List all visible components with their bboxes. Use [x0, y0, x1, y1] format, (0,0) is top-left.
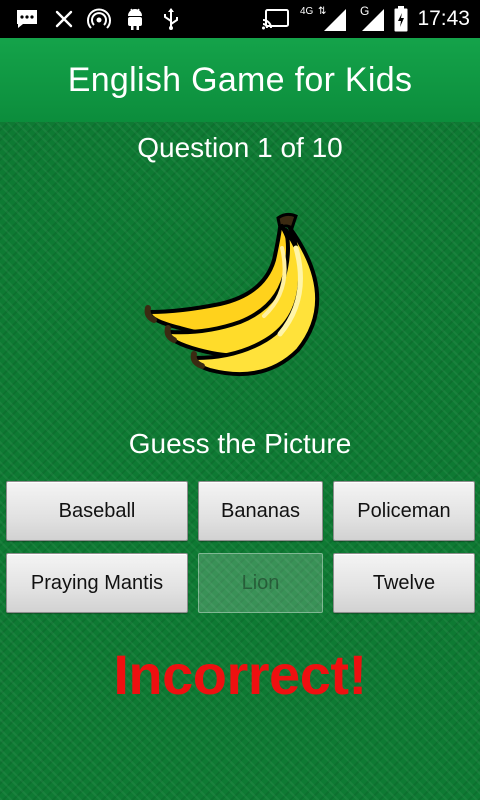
battery-icon — [392, 6, 410, 32]
android-debug-icon — [124, 6, 146, 32]
close-icon — [52, 6, 76, 32]
app-title: English Game for Kids — [67, 60, 413, 99]
result-message: Incorrect! — [113, 643, 367, 706]
answer-button-twelve[interactable]: Twelve — [333, 553, 475, 613]
hotspot-icon — [86, 6, 112, 32]
secondary-network-label: G — [360, 4, 370, 18]
network-type-label: 4G — [300, 6, 314, 17]
answer-button-baseball[interactable]: Baseball — [6, 481, 188, 541]
cast-icon — [262, 6, 290, 32]
clock: 17:43 — [417, 7, 470, 30]
app-bar: English Game for Kids — [0, 38, 480, 122]
answer-button-bananas[interactable]: Bananas — [198, 481, 323, 541]
usb-icon — [160, 6, 182, 32]
data-activity-icon: ⇅ — [318, 6, 327, 17]
answer-button-policeman[interactable]: Policeman — [333, 481, 475, 541]
status-bar: 4G ⇅ G 17:43 — [0, 0, 480, 38]
banana-icon — [140, 208, 340, 378]
answer-button-lion: Lion — [198, 553, 323, 613]
question-counter: Question 1 of 10 — [137, 132, 343, 163]
message-icon — [14, 6, 40, 32]
answer-button-praying-mantis[interactable]: Praying Mantis — [6, 553, 188, 613]
prompt-text: Guess the Picture — [128, 428, 352, 459]
quiz-area: Question 1 of 10 Guess the Picture Baseb… — [0, 122, 480, 800]
